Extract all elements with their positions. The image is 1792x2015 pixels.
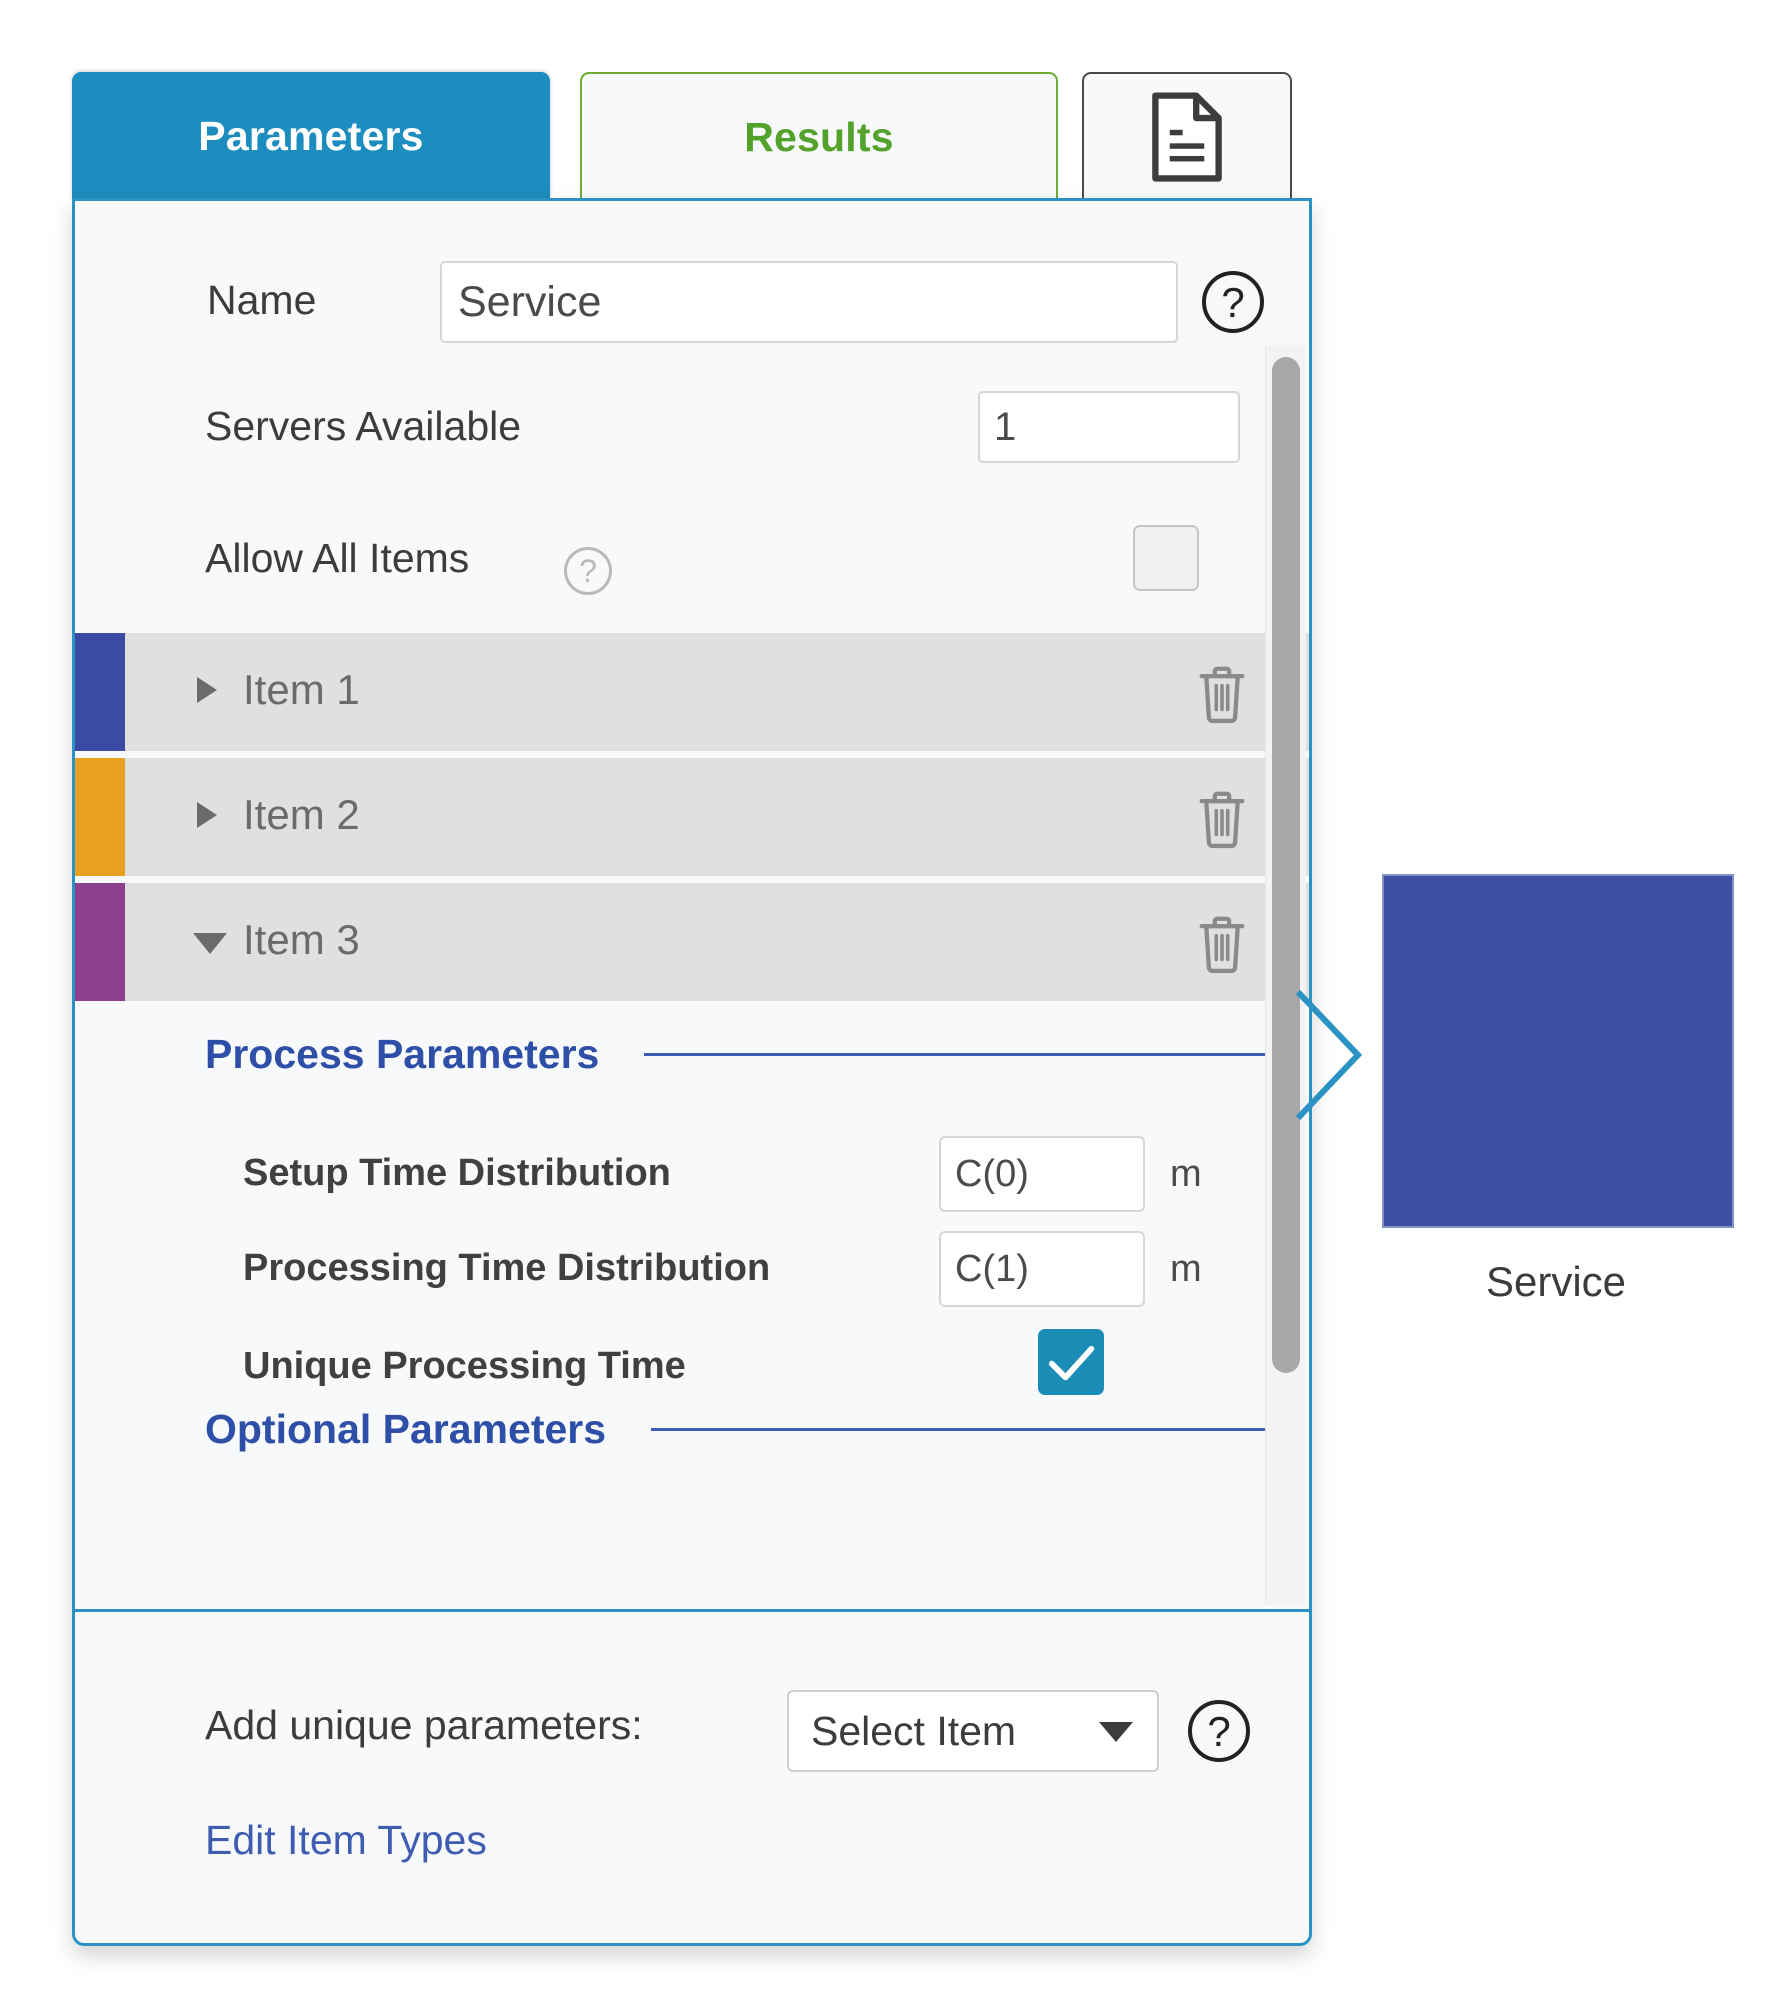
document-icon	[1145, 91, 1229, 183]
table-row[interactable]: Item 2	[75, 758, 1309, 876]
processing-time-row: Processing Time Distribution m	[75, 1231, 1309, 1315]
item-color-swatch	[75, 883, 125, 1001]
setup-time-label: Setup Time Distribution	[243, 1152, 671, 1194]
chevron-down-icon	[1099, 1722, 1133, 1742]
scrollbar-thumb[interactable]	[1272, 357, 1300, 1373]
panel-footer: Add unique parameters: Select Item ? Edi…	[75, 1612, 1309, 1946]
unique-processing-time-row: Unique Processing Time	[75, 1329, 1309, 1413]
select-item-dropdown[interactable]: Select Item	[787, 1690, 1159, 1772]
section-title: Process Parameters	[205, 1031, 600, 1077]
unique-processing-time-label: Unique Processing Time	[243, 1345, 686, 1387]
servers-available-input[interactable]	[978, 391, 1240, 463]
help-icon[interactable]: ?	[564, 547, 612, 595]
trash-icon[interactable]	[1193, 913, 1251, 980]
item-label: Item 3	[243, 916, 360, 963]
item-color-swatch	[75, 633, 125, 751]
scrollbar-track[interactable]	[1265, 345, 1306, 1605]
processing-time-label: Processing Time Distribution	[243, 1247, 771, 1289]
section-divider	[644, 1053, 1265, 1056]
allow-all-items-row: Allow All Items ?	[75, 521, 1309, 601]
allow-all-items-checkbox[interactable]	[1133, 525, 1199, 591]
processing-time-unit: m	[1170, 1248, 1202, 1290]
items-list: Item 1 Item 2 Item 3	[75, 633, 1309, 1008]
section-title: Optional Parameters	[205, 1406, 607, 1452]
chevron-right-icon[interactable]	[197, 677, 217, 703]
add-unique-parameters-label: Add unique parameters:	[205, 1702, 643, 1748]
item-label: Item 1	[243, 666, 360, 713]
service-block-label: Service	[1485, 1258, 1627, 1305]
trash-icon[interactable]	[1193, 788, 1251, 855]
help-icon[interactable]: ?	[1188, 1700, 1250, 1762]
name-label: Name	[207, 277, 317, 323]
processing-time-input[interactable]	[939, 1231, 1145, 1307]
tab-parameters[interactable]: Parameters	[72, 72, 550, 200]
tab-parameters-label: Parameters	[198, 112, 424, 159]
chevron-right-icon[interactable]	[197, 802, 217, 828]
edit-item-types-link[interactable]: Edit Item Types	[205, 1817, 487, 1864]
chevron-right-connector	[1295, 989, 1366, 1121]
unique-processing-time-checkbox[interactable]	[1038, 1329, 1104, 1395]
servers-available-label: Servers Available	[205, 403, 522, 449]
setup-time-input[interactable]	[939, 1136, 1145, 1212]
trash-icon[interactable]	[1193, 663, 1251, 730]
tab-results-label: Results	[744, 113, 894, 160]
help-icon[interactable]: ?	[1202, 271, 1264, 333]
parameters-panel: Name ? Servers Available Allow All Items…	[72, 198, 1312, 1946]
section-divider	[651, 1428, 1265, 1431]
process-parameters-header: Process Parameters	[205, 1031, 1265, 1078]
table-row[interactable]: Item 3	[75, 883, 1309, 1001]
item-label: Item 2	[243, 791, 360, 838]
table-row[interactable]: Item 1	[75, 633, 1309, 751]
servers-available-row: Servers Available	[75, 391, 1309, 469]
optional-parameters-header: Optional Parameters	[205, 1406, 1265, 1453]
tab-strip: Parameters Results	[72, 72, 1312, 200]
panel-scroll-area: Name ? Servers Available Allow All Items…	[75, 201, 1309, 1609]
allow-all-items-label: Allow All Items	[205, 535, 470, 581]
setup-time-unit: m	[1170, 1153, 1202, 1195]
tab-results[interactable]: Results	[580, 72, 1058, 200]
name-input[interactable]	[440, 261, 1178, 343]
setup-time-row: Setup Time Distribution m	[75, 1136, 1309, 1220]
name-row: Name ?	[75, 261, 1309, 351]
select-item-value: Select Item	[811, 1708, 1017, 1754]
service-block[interactable]	[1382, 874, 1734, 1228]
item-color-swatch	[75, 758, 125, 876]
chevron-down-icon[interactable]	[193, 933, 227, 954]
tab-document[interactable]	[1082, 72, 1292, 200]
